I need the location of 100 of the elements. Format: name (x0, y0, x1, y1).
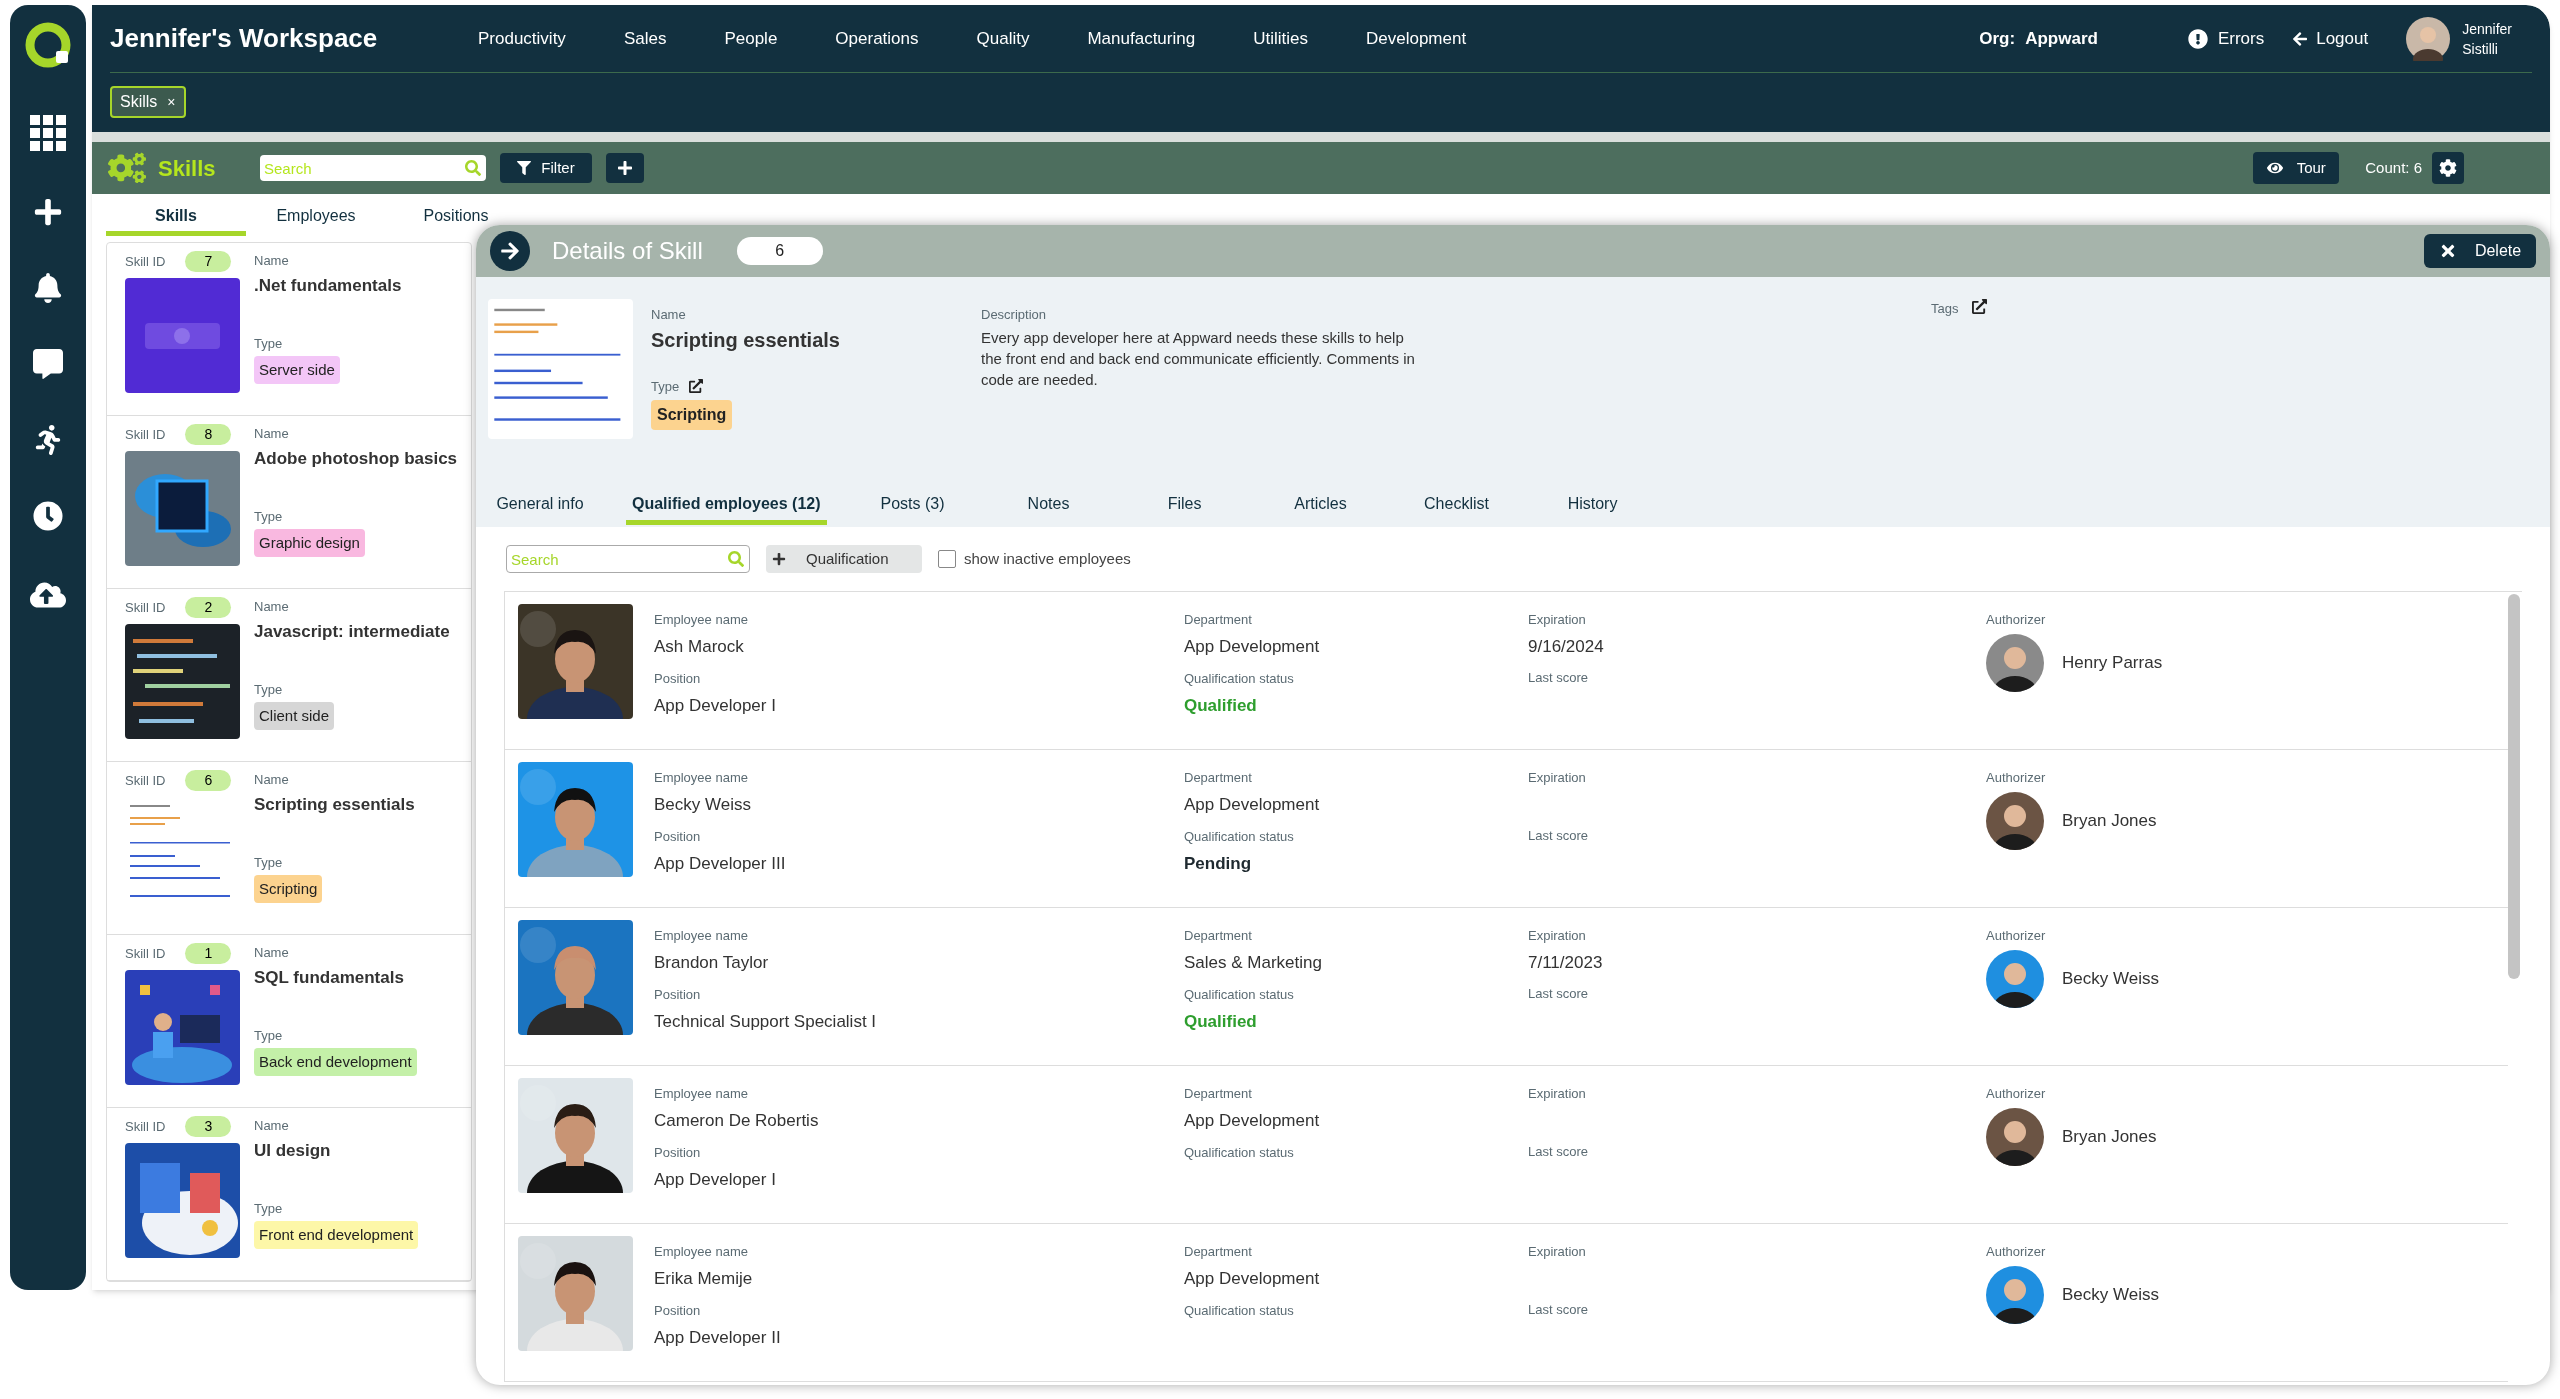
detail-tab[interactable]: Articles (1270, 487, 1371, 525)
employee-name-label: Employee name (654, 927, 749, 945)
type-tag: Client side (254, 701, 335, 730)
list-tab[interactable]: Skills (106, 200, 246, 236)
type-tag: Front end development (254, 1220, 419, 1249)
employee-row[interactable]: Employee name Becky Weiss Position App Developer III Department App Development Qualification status Pending Expiration Last score Authorizer Bryan Jones (505, 750, 2508, 908)
tags-label: Tags (1931, 300, 1959, 318)
nav-link[interactable]: Development (1365, 25, 1467, 52)
close-tab-button[interactable]: × (167, 91, 176, 113)
employee-row[interactable]: Employee name Erika Memije Position App Developer II Department App Development Qualification status Expiration Last score Authorizer Becky Weiss (505, 1224, 2508, 1382)
expiration-label: Expiration (1528, 1085, 1587, 1103)
running-icon[interactable] (33, 425, 63, 455)
employee-row[interactable]: Employee name Cameron De Robertis Position App Developer I Department App Development Qualification status Expiration Last score Authorizer Bryan Jones (505, 1066, 2508, 1224)
last-score-label: Last score (1528, 1142, 1589, 1161)
qualification-status: Pending (1184, 852, 1253, 875)
qualification-status-label: Qualification status (1184, 1302, 1295, 1320)
position-label: Position (654, 1144, 702, 1162)
employee-name-label: Employee name (654, 769, 749, 787)
detail-tab[interactable]: Checklist (1406, 487, 1507, 525)
detail-tab[interactable]: Qualified employees (12) (626, 487, 827, 525)
external-link-icon[interactable] (1972, 299, 1988, 314)
expiration-date: 9/16/2024 (1528, 635, 1604, 656)
chat-icon[interactable] (33, 349, 63, 379)
authorizer-name: Becky Weiss (2062, 967, 2159, 990)
type-label: Type (254, 335, 284, 353)
skill-name: Scripting essentials (254, 793, 415, 816)
detail-tab[interactable]: History (1542, 487, 1643, 525)
employee-name: Becky Weiss (654, 793, 752, 816)
search-field[interactable]: Search (506, 545, 750, 573)
workspace-title: Jennifer's Workspace (110, 22, 379, 55)
position-label: Position (654, 986, 702, 1004)
skill-card[interactable]: Skill ID 2 Name Javascript: intermediate Type Client side (107, 589, 471, 762)
position: App Developer I (654, 1168, 777, 1191)
position: App Developer III (654, 852, 787, 875)
employee-row[interactable]: Employee name Brandon Taylor Position Technical Support Specialist I Department Sales & Marketing Qualification status Qualified Expiration 7/11/2023 Last score Authorizer Becky Weiss (505, 908, 2508, 1066)
settings-button[interactable] (2432, 152, 2464, 184)
logo-icon[interactable] (24, 21, 72, 69)
detail-tab[interactable]: Files (1134, 487, 1235, 525)
clock-icon[interactable] (33, 501, 63, 531)
tour-button[interactable]: Tour (2253, 152, 2340, 184)
type-label: Type (651, 377, 680, 396)
forward-button[interactable] (490, 231, 530, 271)
employee-name: Erika Memije (654, 1267, 754, 1290)
nav-link[interactable]: Manufacturing (1087, 25, 1196, 52)
skill-card[interactable]: Skill ID 3 Name UI design Type Front end development (107, 1108, 471, 1281)
errors-button[interactable]: Errors (2187, 25, 2265, 52)
add-button[interactable] (606, 153, 644, 183)
skill-card[interactable]: Skill ID 1 Name SQL fundamentals Type Back end development (107, 935, 471, 1108)
authorizer-label: Authorizer (1986, 1243, 2047, 1261)
filter-button[interactable]: Filter (500, 153, 592, 183)
department: App Development (1184, 635, 1321, 658)
skill-name: .Net fundamentals (254, 274, 402, 297)
type-tag: Server side (254, 355, 340, 384)
qualification-status-label: Qualification status (1184, 828, 1295, 846)
avatar (1986, 1265, 2044, 1324)
open-tab[interactable]: Skills × (110, 86, 186, 118)
authorizer-name: Becky Weiss (2062, 1283, 2159, 1306)
add-qualification-button[interactable]: Qualification (766, 545, 922, 573)
skill-card[interactable]: Skill ID 8 Name Adobe photoshop basics Type Graphic design (107, 416, 471, 589)
last-score-label: Last score (1528, 984, 1589, 1003)
position-label: Position (654, 670, 702, 688)
settings-icon (2439, 159, 2457, 177)
scrollbar[interactable] (2508, 594, 2520, 979)
apps-grid-icon[interactable] (30, 115, 66, 151)
skill-card[interactable]: Skill ID 7 Name .Net fundamentals Type Server side (107, 243, 471, 416)
list-tab[interactable]: Positions (386, 200, 526, 236)
user-avatar[interactable] (2406, 16, 2451, 61)
nav-link[interactable]: Productivity (478, 25, 566, 52)
employee-row[interactable]: Employee name Ash Marock Position App Developer I Department App Development Qualification status Qualified Expiration 9/16/2024 Last score Authorizer Henry Parras (505, 592, 2508, 750)
notifications-icon[interactable] (33, 273, 63, 303)
type-tag: Back end development (254, 1047, 417, 1076)
org-label: Org: (1979, 27, 2016, 50)
nav-link[interactable]: People (724, 25, 778, 52)
nav-link[interactable]: Utilities (1253, 25, 1308, 52)
external-link-icon[interactable] (689, 379, 704, 394)
detail-tab[interactable]: Posts (3) (862, 487, 963, 525)
name-label: Name (254, 944, 290, 962)
checkbox[interactable] (938, 550, 956, 568)
detail-tab[interactable]: Notes (998, 487, 1099, 525)
skill-card[interactable]: Skill ID 6 Name Scripting essentials Type Scripting (107, 762, 471, 935)
authorizer-label: Authorizer (1986, 1085, 2047, 1103)
name-label: Name (254, 1117, 290, 1135)
nav-link[interactable]: Sales (623, 25, 667, 52)
add-icon (617, 160, 633, 176)
list-tab[interactable]: Employees (246, 200, 386, 236)
logout-button[interactable]: Logout (2292, 25, 2369, 52)
qualification-status: Qualified (1184, 694, 1258, 717)
employee-name: Brandon Taylor (654, 951, 770, 974)
detail-tab[interactable]: General info (490, 487, 590, 525)
department-label: Department (1184, 1085, 1253, 1103)
nav-link[interactable]: Operations (835, 25, 919, 52)
type-tag: Graphic design (254, 528, 365, 557)
org-name: Appward (2025, 27, 2098, 50)
name-label: Name (651, 306, 687, 324)
delete-button[interactable]: Delete (2424, 234, 2536, 268)
nav-link[interactable]: Quality (976, 25, 1030, 52)
add-icon[interactable] (33, 197, 63, 227)
employee-name-label: Employee name (654, 611, 749, 629)
skill-id-label: Skill ID (125, 252, 166, 271)
search-field[interactable]: Search (260, 155, 486, 181)
